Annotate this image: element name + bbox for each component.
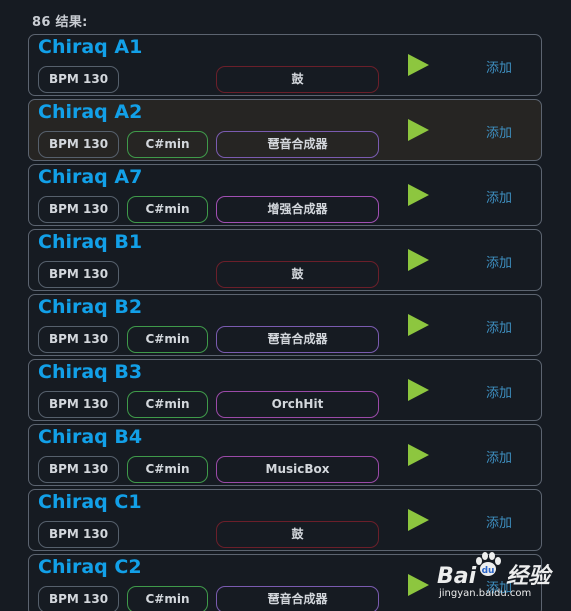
result-title: Chiraq C1 (38, 491, 142, 513)
result-card[interactable]: Chiraq B3 BPM 130 C#min OrchHit 添加 (28, 359, 542, 421)
result-card[interactable]: Chiraq A7 BPM 130 C#min 增强合成器 添加 (28, 164, 542, 226)
result-card[interactable]: Chiraq A1 BPM 130 鼓 添加 (28, 34, 542, 96)
bpm-tag: BPM 130 (38, 586, 119, 611)
add-button[interactable]: 添加 (486, 512, 512, 531)
result-title: Chiraq B2 (38, 296, 143, 318)
result-card[interactable]: Chiraq C1 BPM 130 鼓 添加 (28, 489, 542, 551)
add-button[interactable]: 添加 (486, 252, 512, 271)
play-icon[interactable] (408, 54, 429, 76)
result-card[interactable]: Chiraq A2 BPM 130 C#min 琶音合成器 添加 (28, 99, 542, 161)
add-button[interactable]: 添加 (486, 447, 512, 466)
bpm-tag: BPM 130 (38, 391, 119, 418)
add-button[interactable]: 添加 (486, 57, 512, 76)
add-button[interactable]: 添加 (486, 317, 512, 336)
result-title: Chiraq A2 (38, 101, 143, 123)
result-title: Chiraq B1 (38, 231, 143, 253)
play-icon[interactable] (408, 509, 429, 531)
result-title: Chiraq B4 (38, 426, 143, 448)
instrument-tag: 琶音合成器 (216, 586, 379, 611)
play-icon[interactable] (408, 379, 429, 401)
bpm-tag: BPM 130 (38, 261, 119, 288)
play-icon[interactable] (408, 574, 429, 596)
result-count: 86 结果: (32, 15, 88, 30)
instrument-tag: 琶音合成器 (216, 131, 379, 158)
add-button[interactable]: 添加 (486, 577, 512, 596)
bpm-tag: BPM 130 (38, 196, 119, 223)
key-tag: C#min (127, 196, 208, 223)
bpm-tag: BPM 130 (38, 131, 119, 158)
result-title: Chiraq C2 (38, 556, 142, 578)
key-tag: C#min (127, 391, 208, 418)
page: 86 结果: Chiraq A1 BPM 130 鼓添加 Chiraq A2 BPM 1… (0, 0, 571, 611)
key-tag: C#min (127, 131, 208, 158)
instrument-tag: 鼓 (216, 261, 379, 288)
add-button[interactable]: 添加 (486, 122, 512, 141)
play-icon[interactable] (408, 249, 429, 271)
result-card[interactable]: Chiraq B2 BPM 130 C#min 琶音合成器 添加 (28, 294, 542, 356)
add-button[interactable]: 添加 (486, 382, 512, 401)
bpm-tag: BPM 130 (38, 521, 119, 548)
add-button[interactable]: 添加 (486, 187, 512, 206)
results-list: Chiraq A1 BPM 130 鼓添加 Chiraq A2 BPM 130 C#min… (28, 34, 542, 611)
play-icon[interactable] (408, 184, 429, 206)
bpm-tag: BPM 130 (38, 66, 119, 93)
key-tag: C#min (127, 586, 208, 611)
instrument-tag: MusicBox (216, 456, 379, 483)
key-tag: C#min (127, 326, 208, 353)
result-card[interactable]: Chiraq B1 BPM 130 鼓 添加 (28, 229, 542, 291)
instrument-tag: OrchHit (216, 391, 379, 418)
result-card[interactable]: Chiraq B4 BPM 130 C#min MusicBox 添加 (28, 424, 542, 486)
instrument-tag: 增强合成器 (216, 196, 379, 223)
instrument-tag: 鼓 (216, 521, 379, 548)
play-icon[interactable] (408, 314, 429, 336)
result-title: Chiraq A7 (38, 166, 143, 188)
play-icon[interactable] (408, 119, 429, 141)
play-icon[interactable] (408, 444, 429, 466)
instrument-tag: 琶音合成器 (216, 326, 379, 353)
instrument-tag: 鼓 (216, 66, 379, 93)
bpm-tag: BPM 130 (38, 456, 119, 483)
result-title: Chiraq A1 (38, 36, 143, 58)
result-title: Chiraq B3 (38, 361, 143, 383)
key-tag: C#min (127, 456, 208, 483)
bpm-tag: BPM 130 (38, 326, 119, 353)
result-card[interactable]: Chiraq C2 BPM 130 C#min 琶音合成器 添加 (28, 554, 542, 611)
